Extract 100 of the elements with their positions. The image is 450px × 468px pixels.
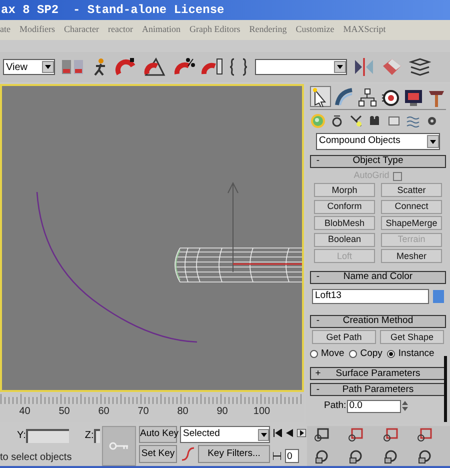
set-key-button[interactable]: Set Key <box>139 445 177 463</box>
create-tab[interactable] <box>310 86 331 107</box>
braces-icon[interactable] <box>229 56 249 78</box>
rollout-toggle[interactable]: - <box>311 270 325 285</box>
systems-tab[interactable] <box>425 114 439 128</box>
z-coordinate-field[interactable] <box>94 428 100 442</box>
rollout-toggle[interactable]: + <box>311 366 325 381</box>
go-to-start-icon[interactable] <box>273 429 282 437</box>
menu-item[interactable]: Modifiers <box>20 23 55 37</box>
helpers-icon <box>387 114 401 128</box>
category-dropdown[interactable]: Compound Objects <box>316 133 440 150</box>
panel-button[interactable]: Boolean <box>314 232 375 246</box>
viewport[interactable] <box>0 84 304 392</box>
auto-key-button[interactable]: Auto Key <box>139 426 177 443</box>
window-title: ax 8 SP2 - Stand-alone License <box>1 2 224 19</box>
lights-icon <box>349 114 363 128</box>
tick-label: 40 <box>18 405 32 419</box>
geometry-icon <box>311 114 325 128</box>
panel-button[interactable]: Morph <box>314 183 375 197</box>
modify-icon <box>334 86 354 106</box>
modify-tab[interactable] <box>333 86 354 107</box>
tick-label: 80 <box>176 405 190 419</box>
shapes-tab[interactable] <box>330 114 344 128</box>
lights-tab[interactable] <box>349 114 363 128</box>
tick-label: 60 <box>97 405 110 419</box>
rollout-header[interactable]: - Object Type <box>310 155 446 168</box>
key-icon <box>109 441 129 451</box>
tick-label: 100 <box>252 405 272 419</box>
tick-label: 90 <box>216 405 229 419</box>
radio-button[interactable] <box>349 350 358 358</box>
menu-item[interactable]: MAXScript <box>343 23 386 37</box>
zoom-extents-icon[interactable] <box>382 427 400 443</box>
zoom-extents-all-icon[interactable] <box>416 427 434 443</box>
shapes-icon <box>330 114 344 128</box>
caret-icon <box>260 432 266 436</box>
menu-item[interactable]: Graph Editors <box>189 23 240 37</box>
rollout-title: Object Type <box>352 154 404 168</box>
play-icon[interactable] <box>297 429 306 437</box>
menu-item[interactable]: ate <box>0 23 10 37</box>
panel-button[interactable]: BlobMesh <box>314 216 375 230</box>
name-field[interactable]: Loft13 <box>312 289 429 304</box>
key-curve-icon[interactable] <box>180 446 196 462</box>
panel-button[interactable]: Conform <box>314 200 375 214</box>
rollout-header[interactable]: - Creation Method <box>310 315 446 328</box>
path-spinner[interactable]: 0.0 <box>347 400 402 413</box>
caret-icon <box>45 65 51 69</box>
view-dropdown[interactable]: View <box>3 59 55 75</box>
rollout-header[interactable]: - Path Parameters <box>310 383 446 396</box>
spacewarps-icon <box>406 114 420 128</box>
radio-button[interactable] <box>310 350 318 358</box>
panel-button[interactable]: Scatter <box>381 183 442 197</box>
menu-item[interactable]: Rendering <box>249 23 287 37</box>
status-prompt: to select objects <box>0 451 73 465</box>
align-icon[interactable] <box>381 57 403 77</box>
menu-item[interactable]: reactor <box>108 23 133 37</box>
hierarchy-icon <box>356 86 376 106</box>
menu-item[interactable]: Animation <box>142 23 180 37</box>
helpers-tab[interactable] <box>387 114 401 128</box>
zoom-all-icon[interactable] <box>347 427 366 443</box>
path-label: Path: <box>324 399 346 414</box>
viewport-toggle-icon[interactable] <box>61 58 85 76</box>
rollout-title: Creation Method <box>342 314 414 328</box>
scrollbar[interactable] <box>444 356 447 422</box>
frame-field[interactable]: 0 <box>285 449 299 463</box>
tick-label: 50 <box>58 405 71 419</box>
magnet-icon[interactable] <box>115 56 137 78</box>
radio-button[interactable] <box>387 350 396 358</box>
spinner-arrows-icon[interactable] <box>402 400 408 412</box>
cameras-tab[interactable] <box>368 114 382 128</box>
y-coordinate-field[interactable] <box>26 428 69 442</box>
panel-button[interactable]: Get Shape <box>380 330 444 344</box>
radio-label: Instance <box>398 347 434 361</box>
y-label: Y: <box>17 429 26 443</box>
spacewarps-tab[interactable] <box>406 114 420 128</box>
caret-icon <box>337 65 343 69</box>
rollout-toggle[interactable]: - <box>311 154 325 169</box>
panel-button[interactable]: Mesher <box>381 249 442 263</box>
angle-snap-icon[interactable] <box>143 56 167 78</box>
layers-icon[interactable] <box>409 57 431 77</box>
panel-button[interactable]: ShapeMerge <box>381 216 442 230</box>
systems-icon <box>425 114 439 128</box>
color-swatch[interactable] <box>433 290 444 303</box>
rollout-toggle[interactable]: - <box>311 314 325 329</box>
mirror-icon[interactable] <box>353 57 375 77</box>
zoom-icon[interactable] <box>313 427 331 443</box>
rollout-header[interactable]: + Surface Parameters <box>310 367 446 380</box>
selection-set-dropdown[interactable] <box>255 59 347 75</box>
panel-button[interactable]: Get Path <box>312 330 376 344</box>
key-filters-button[interactable]: Key Filters... <box>198 445 270 463</box>
previous-frame-icon[interactable] <box>285 429 294 437</box>
hierarchy-tab[interactable] <box>356 86 377 107</box>
rollout-header[interactable]: - Name and Color <box>310 271 446 284</box>
z-label: Z: <box>84 429 94 443</box>
panel-button[interactable]: Connect <box>381 200 442 214</box>
menu-item[interactable]: Character <box>64 23 99 37</box>
key-mode-dropdown[interactable]: Selected <box>180 426 270 443</box>
menu-item[interactable]: Customize <box>296 23 334 37</box>
rollout-title: Path Parameters <box>341 382 415 397</box>
rollout-toggle[interactable]: - <box>311 382 325 397</box>
radio-label: Copy <box>360 347 382 361</box>
